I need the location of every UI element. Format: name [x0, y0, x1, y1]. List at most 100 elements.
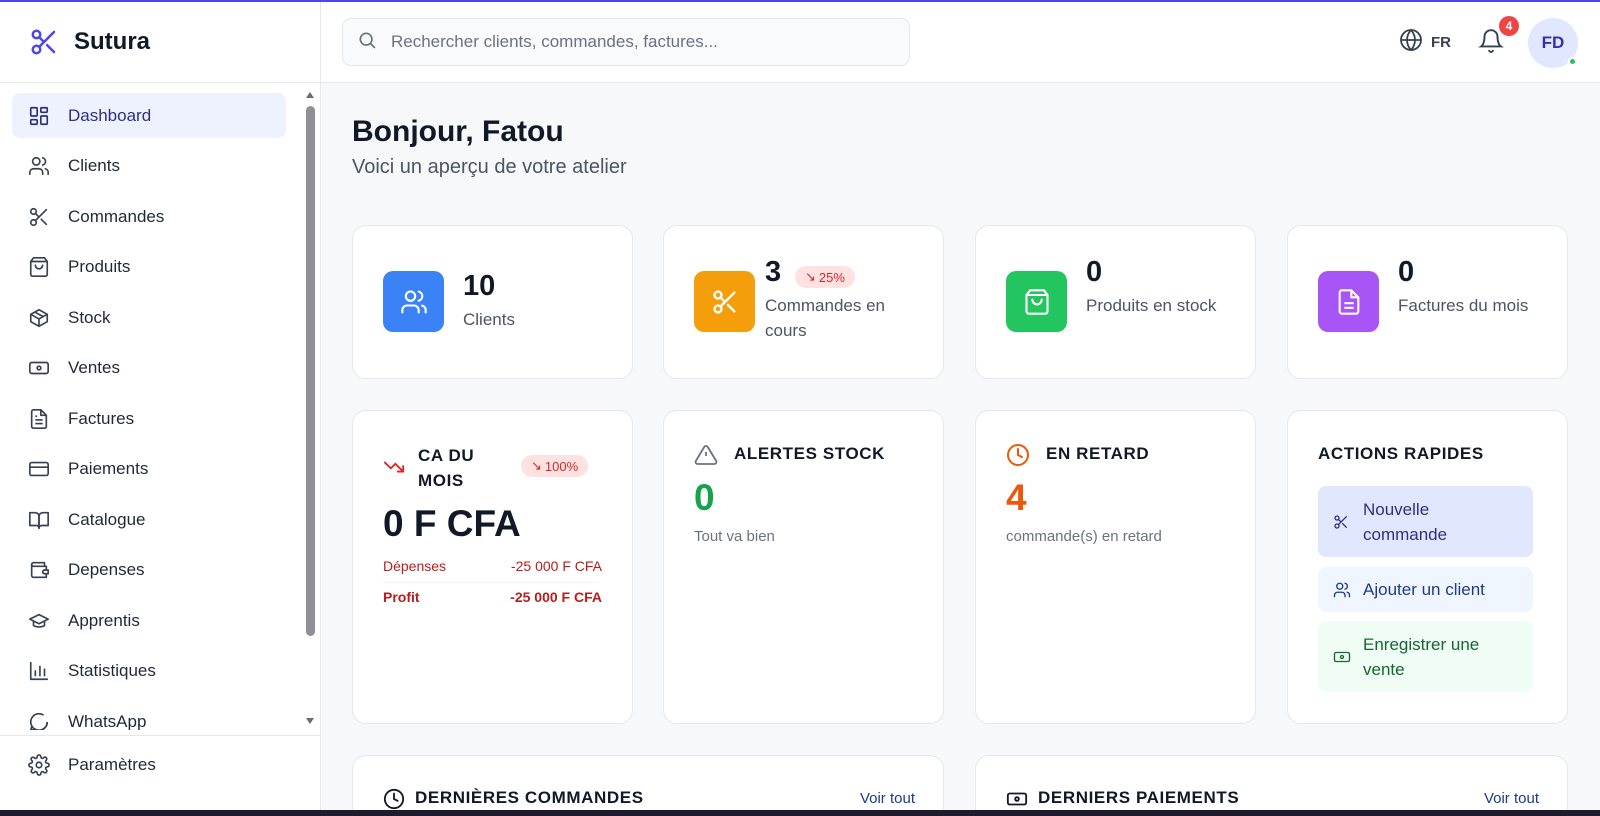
sidebar-item-commandes[interactable]: Commandes	[12, 194, 286, 239]
quick-actions-title: ACTIONS RAPIDES	[1318, 444, 1484, 463]
bell-icon	[1478, 29, 1504, 58]
record-sale-label: Enregistrer une vente	[1363, 634, 1480, 679]
sidebar-item-label: Paramètres	[68, 754, 156, 774]
top-header: FR 4 FD	[321, 2, 1600, 83]
sidebar-item-label: Catalogue	[68, 509, 146, 529]
sidebar-item-catalogue[interactable]: Catalogue	[12, 497, 286, 542]
graduation-cap-icon	[27, 609, 51, 633]
stat-card-factures[interactable]: 0 Factures du mois	[1287, 225, 1568, 379]
late-orders-title: EN RETARD	[1046, 444, 1150, 463]
bar-chart-icon	[27, 659, 51, 683]
trending-down-icon	[383, 456, 405, 483]
brand-name: Sutura	[74, 28, 151, 55]
clock-icon	[1006, 443, 1030, 472]
stat-card-commandes[interactable]: 3 ↘ 25% Commandes en cours	[663, 225, 944, 379]
dashboard-icon	[27, 104, 51, 128]
sidebar-item-label: Factures	[68, 408, 135, 428]
sidebar-item-apprentis[interactable]: Apprentis	[12, 598, 286, 643]
stock-alerts-card: ALERTES STOCK 0 Tout va bien	[663, 410, 944, 724]
sidebar-item-label: WhatsApp	[68, 711, 147, 731]
message-circle-icon	[27, 710, 51, 730]
scroll-up-arrow-icon[interactable]	[306, 92, 314, 98]
page-title: Bonjour, Fatou	[352, 115, 564, 148]
banknote-icon	[1333, 648, 1351, 666]
late-orders-note: commande(s) en retard	[1006, 528, 1162, 545]
trend-badge: ↘ 100%	[521, 455, 589, 477]
stock-alerts-title: ALERTES STOCK	[734, 444, 886, 463]
trend-value: 100%	[544, 458, 579, 474]
sidebar-item-label: Clients	[68, 156, 120, 175]
sidebar-item-whatsapp[interactable]: WhatsApp	[12, 699, 286, 730]
stat-label: Commandes en cours	[765, 296, 886, 340]
scroll-down-arrow-icon[interactable]	[306, 718, 314, 724]
settings-icon	[27, 753, 51, 777]
quick-actions-card: ACTIONS RAPIDES Nouvelle commande Ajoute…	[1287, 410, 1568, 724]
stock-alerts-value: 0	[694, 477, 715, 518]
trend-value: 25%	[818, 269, 845, 285]
search-icon	[357, 30, 377, 55]
stat-value: 10	[463, 270, 496, 302]
scissors-icon	[27, 205, 51, 229]
profit-label: Profit	[383, 589, 420, 605]
sidebar-item-label: Statistiques	[68, 661, 156, 680]
file-text-icon	[1318, 271, 1379, 332]
search-box[interactable]	[342, 18, 910, 66]
sidebar-scrollbar[interactable]	[303, 90, 317, 730]
sidebar-item-parametres[interactable]: Paramètres	[12, 742, 286, 787]
online-status-dot	[1568, 57, 1577, 66]
sidebar-nav: Dashboard Clients Commandes Produits Sto…	[0, 93, 305, 730]
book-open-icon	[27, 508, 51, 532]
sidebar-item-stock[interactable]: Stock	[12, 295, 286, 340]
stat-label: Clients	[463, 310, 515, 329]
recent-orders-title: DERNIÈRES COMMANDES	[415, 788, 644, 807]
late-orders-card: EN RETARD 4 commande(s) en retard	[975, 410, 1256, 724]
new-order-label: Nouvelle commande	[1363, 499, 1448, 544]
sidebar-item-paiements[interactable]: Paiements	[12, 447, 286, 492]
recent-orders-see-all-link[interactable]: Voir tout	[860, 790, 915, 807]
sidebar-item-statistiques[interactable]: Statistiques	[12, 649, 286, 694]
sidebar-item-ventes[interactable]: Ventes	[12, 346, 286, 391]
stat-value: 3	[765, 256, 782, 288]
sidebar-item-dashboard[interactable]: Dashboard	[12, 93, 286, 138]
sidebar-item-produits[interactable]: Produits	[12, 245, 286, 290]
sidebar-item-depenses[interactable]: Depenses	[12, 548, 286, 593]
scissors-logo-icon	[28, 26, 60, 58]
sidebar-item-label: Dashboard	[68, 105, 152, 125]
new-order-button[interactable]: Nouvelle commande	[1318, 486, 1533, 557]
expenses-label: Dépenses	[383, 558, 447, 574]
users-icon	[27, 154, 51, 178]
scissors-icon	[1333, 514, 1351, 530]
sidebar-item-label: Commandes	[68, 206, 165, 226]
add-client-label: Ajouter un client	[1363, 579, 1485, 599]
sidebar-item-clients[interactable]: Clients	[12, 144, 286, 189]
add-client-button[interactable]: Ajouter un client	[1318, 567, 1533, 612]
scroll-thumb[interactable]	[306, 106, 315, 636]
sidebar-footer: Paramètres	[0, 735, 321, 793]
stat-card-clients[interactable]: 10 Clients	[352, 225, 633, 379]
users-icon	[1333, 581, 1351, 599]
search-input[interactable]	[391, 32, 891, 52]
stat-card-produits[interactable]: 0 Produits en stock	[975, 225, 1256, 379]
arrow-down-right-icon: ↘	[805, 269, 816, 284]
sidebar-item-label: Depenses	[68, 560, 145, 579]
stat-value: 0	[1398, 256, 1415, 288]
sidebar-item-factures[interactable]: Factures	[12, 396, 286, 441]
revenue-title: CA DU MOIS	[418, 446, 475, 490]
trend-badge: ↘ 25%	[795, 266, 855, 288]
profit-value: -25 000 F CFA	[510, 589, 602, 605]
language-code: FR	[1431, 33, 1451, 51]
file-text-icon	[27, 407, 51, 431]
revenue-value: 0 F CFA	[383, 503, 521, 544]
language-switcher[interactable]: FR	[1399, 28, 1451, 56]
top-accent-line	[0, 0, 1600, 2]
wallet-icon	[27, 558, 51, 582]
record-sale-button[interactable]: Enregistrer une vente	[1318, 621, 1533, 692]
arrow-down-right-icon: ↘	[531, 458, 542, 473]
page-subtitle: Voici un aperçu de votre atelier	[352, 156, 627, 178]
recent-payments-see-all-link[interactable]: Voir tout	[1484, 790, 1539, 807]
users-icon	[383, 271, 444, 332]
sidebar-item-label: Paiements	[68, 459, 149, 478]
scissors-icon	[694, 271, 755, 332]
brand[interactable]: Sutura	[0, 2, 320, 83]
box-icon	[27, 306, 51, 330]
